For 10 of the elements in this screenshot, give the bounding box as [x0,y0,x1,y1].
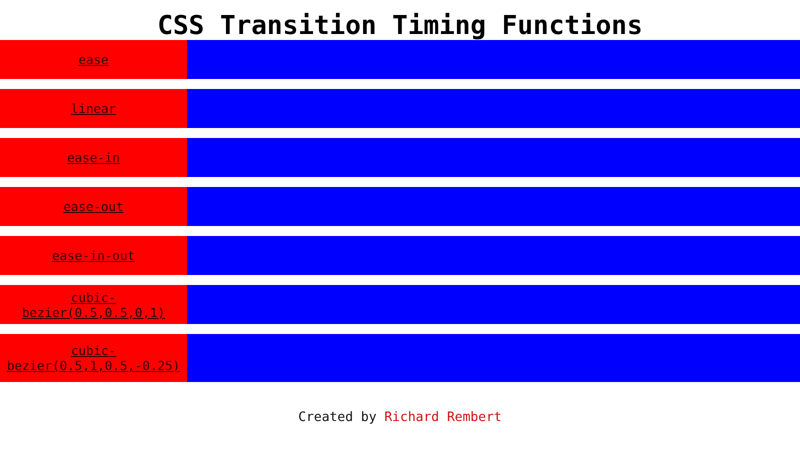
timing-function-link[interactable]: ease-in [0,138,187,177]
timing-function-link[interactable]: ease [0,40,187,79]
timing-function-link[interactable]: cubic-bezier(0.5,1,0.5,-0.25) [0,334,187,382]
page-title: CSS Transition Timing Functions [156,10,644,40]
credit-text: Created by Richard Rembert [297,410,503,425]
timing-function-link[interactable]: cubic-bezier(0.5,0.5,0,1) [0,285,187,324]
timing-function-link[interactable]: linear [0,89,187,128]
author-link[interactable]: Richard Rembert [384,410,502,425]
timing-function-link[interactable]: ease-in-out [0,236,187,275]
timing-function-link[interactable]: ease-out [0,187,187,226]
